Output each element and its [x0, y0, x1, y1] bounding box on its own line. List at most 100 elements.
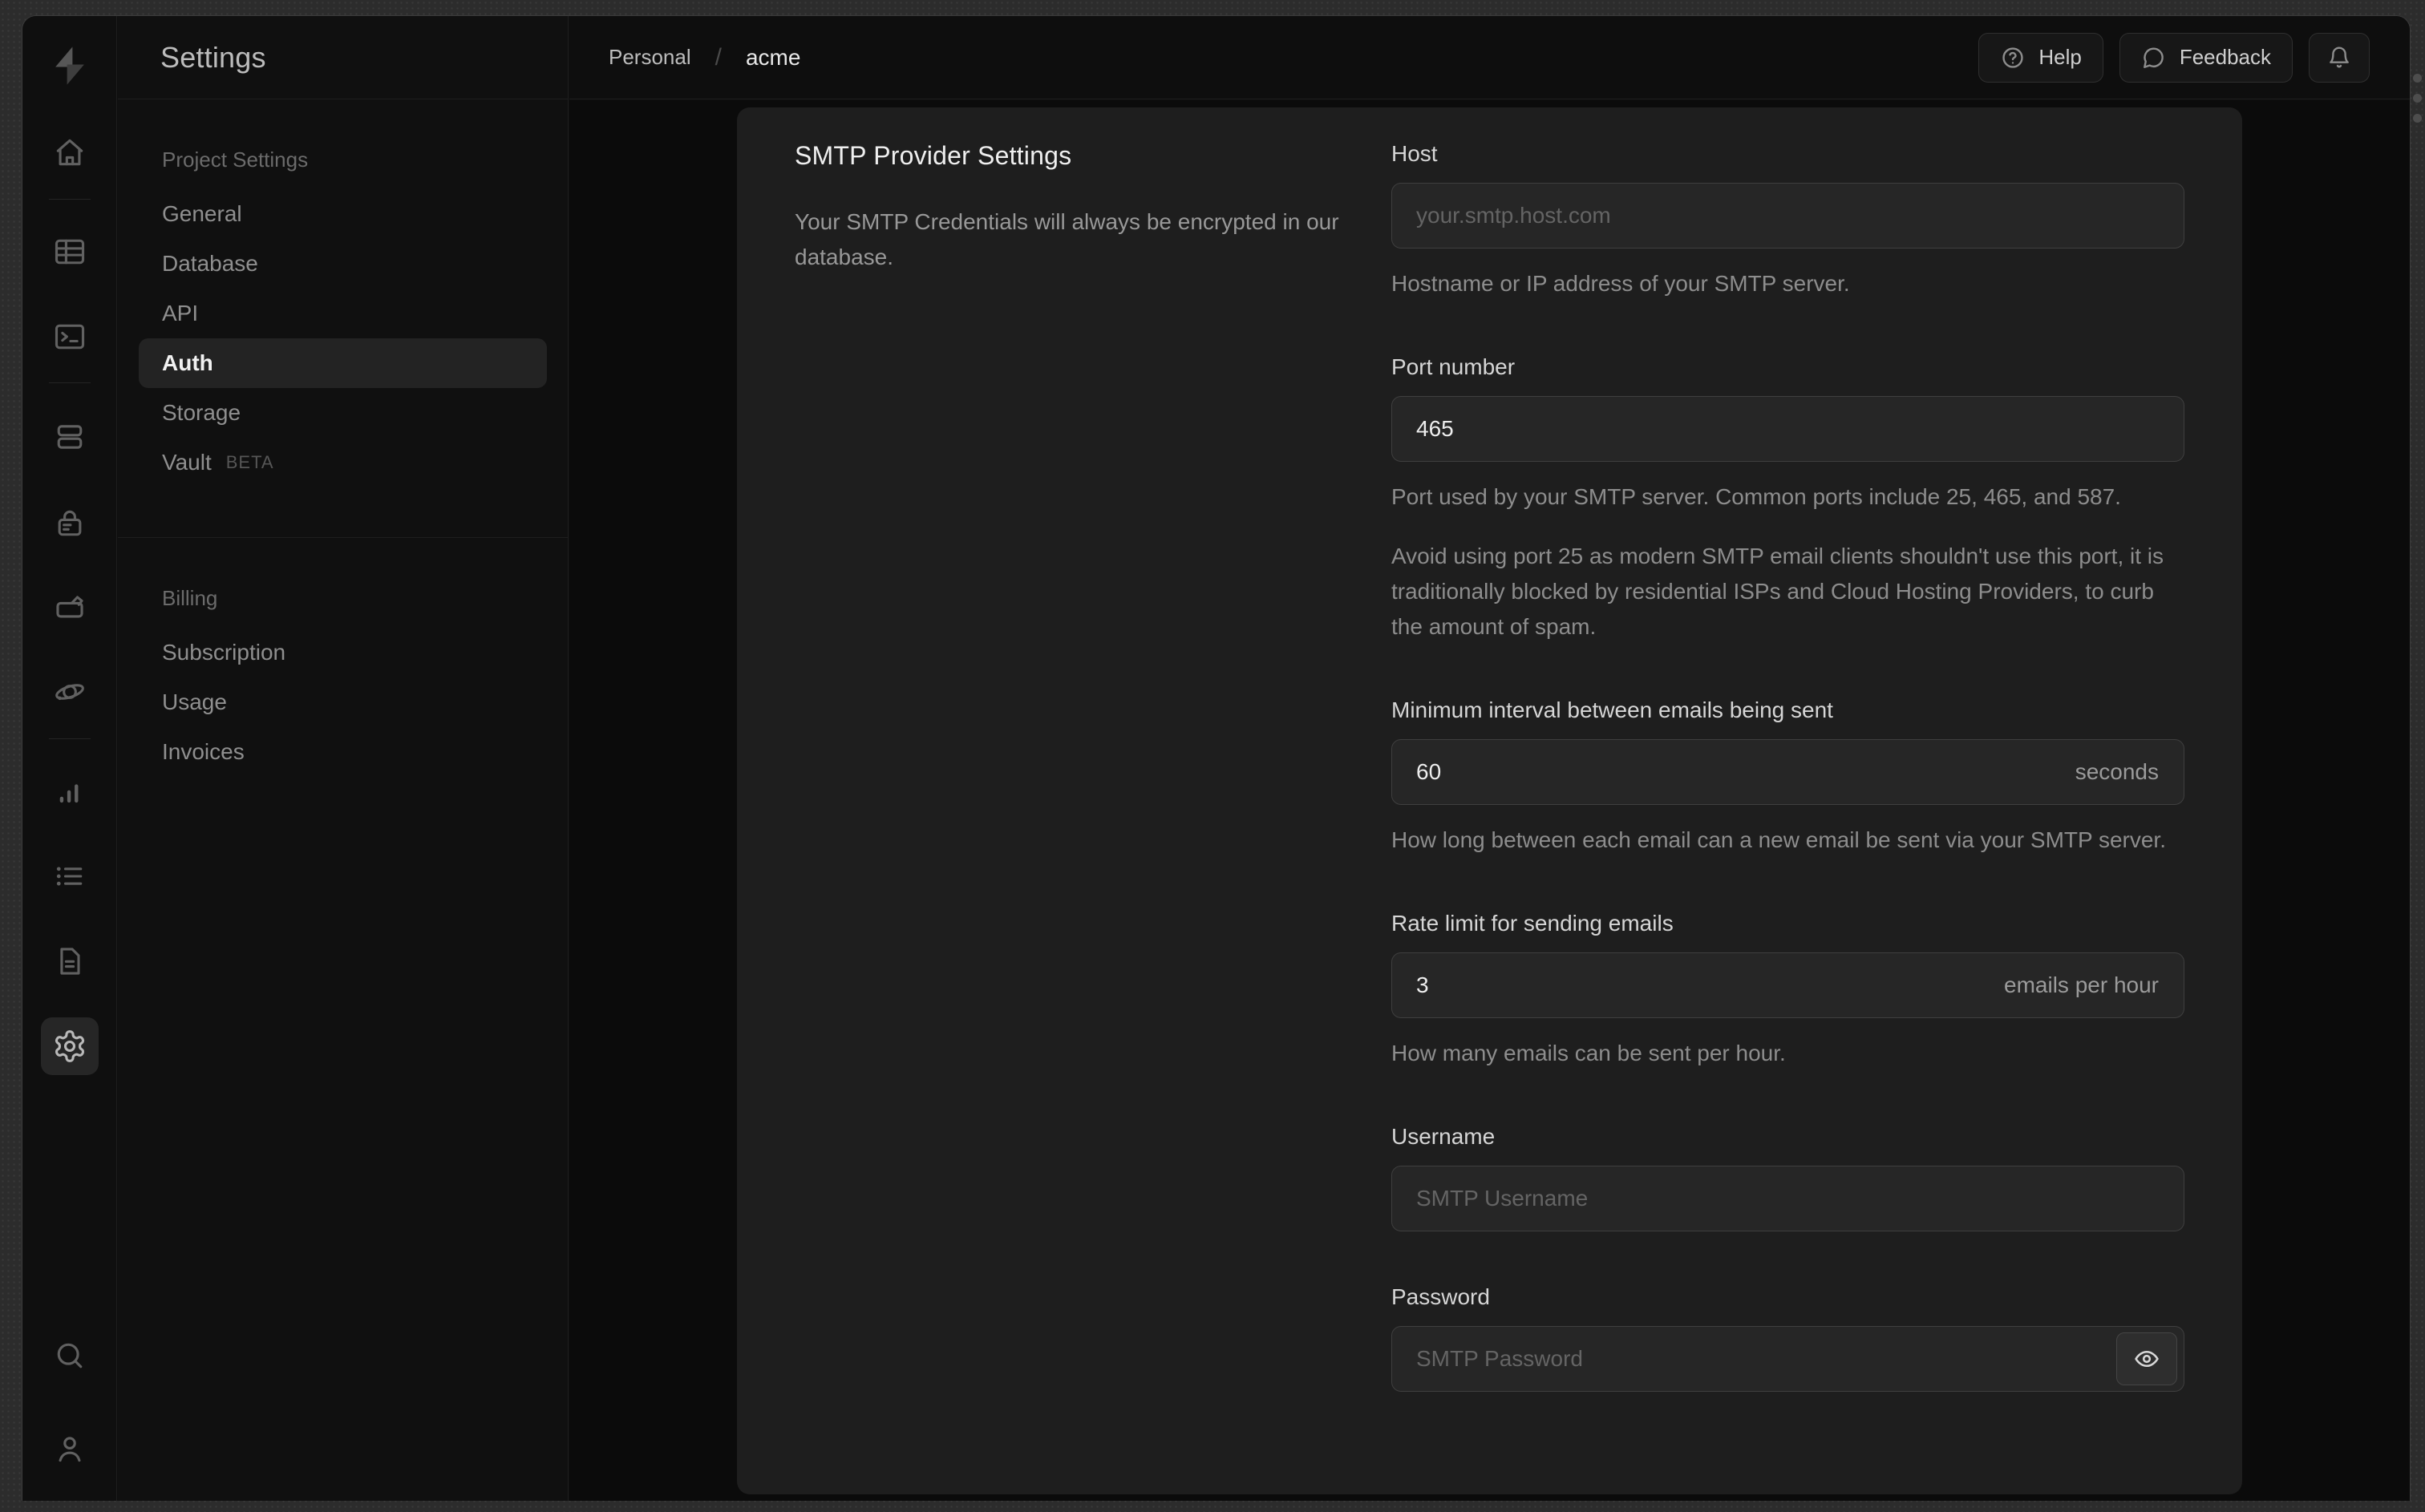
feedback-button[interactable]: Feedback	[2119, 32, 2293, 83]
smtp-section-description: Your SMTP Credentials will always be enc…	[795, 209, 1339, 269]
min-interval-label: Minimum interval between emails being se…	[1391, 697, 1833, 722]
section-label-billing: Billing	[162, 585, 218, 610]
nav-item-api[interactable]: API	[139, 289, 547, 338]
field-username: Username	[1391, 1124, 2184, 1231]
nav-item-vault-label: Vault	[162, 450, 212, 475]
field-min-interval: Minimum interval between emails being se…	[1391, 697, 2184, 858]
file-text-icon	[60, 948, 80, 975]
sidebar-rail	[22, 16, 117, 1501]
logs-list-icon	[56, 867, 83, 886]
host-label: Host	[1391, 141, 1438, 166]
nav-item-vault[interactable]: Vault BETA	[139, 438, 547, 487]
database-icon	[57, 425, 83, 449]
table-editor-icon	[55, 239, 85, 265]
nav-section-project-settings: Project Settings General Database API Au…	[118, 99, 568, 537]
gear-icon	[55, 1030, 85, 1062]
field-host: Host Hostname or IP address of your SMTP…	[1391, 141, 2184, 301]
username-label: Username	[1391, 1124, 1496, 1149]
home-icon	[56, 139, 83, 166]
breadcrumb-org[interactable]: Personal	[609, 45, 691, 70]
feedback-button-label: Feedback	[2179, 45, 2271, 69]
rail-auth-button[interactable]	[41, 495, 99, 552]
rail-account-button[interactable]	[41, 1420, 99, 1478]
search-icon	[57, 1343, 83, 1368]
port-input[interactable]	[1391, 396, 2184, 462]
breadcrumb: Personal / acme	[609, 44, 800, 71]
rate-limit-input[interactable]	[1391, 952, 2184, 1018]
rail-api-docs-button[interactable]	[41, 932, 99, 990]
rate-limit-helper: How many emails can be sent per hour.	[1391, 1041, 1786, 1065]
beta-badge: BETA	[225, 452, 274, 472]
breadcrumb-project[interactable]: acme	[746, 45, 800, 71]
rail-settings-button[interactable]	[41, 1017, 99, 1075]
section-label-project-settings: Project Settings	[162, 147, 309, 172]
smtp-settings-card: SMTP Provider Settings Your SMTP Credent…	[737, 107, 2242, 1494]
password-input[interactable]	[1391, 1326, 2184, 1392]
topbar-actions: Help Feedback	[1978, 32, 2370, 83]
auth-lock-icon	[58, 510, 82, 536]
user-icon	[59, 1437, 81, 1462]
bar-chart-icon	[59, 784, 79, 803]
nav-section-billing: Billing Subscription Usage Invoices	[118, 537, 568, 777]
smtp-form: Host Hostname or IP address of your SMTP…	[1391, 141, 2184, 1461]
settings-nav-header: Settings	[118, 16, 568, 99]
edge-functions-icon	[55, 684, 84, 701]
rail-database-button[interactable]	[41, 408, 99, 466]
eye-icon	[2135, 1350, 2159, 1368]
nav-item-invoices[interactable]: Invoices	[139, 727, 547, 777]
password-label: Password	[1391, 1284, 1490, 1309]
rail-storage-button[interactable]	[41, 578, 99, 636]
storage-icon	[56, 596, 83, 618]
rail-edge-functions-button[interactable]	[41, 663, 99, 721]
field-password: Password	[1391, 1284, 2184, 1392]
nav-item-storage[interactable]: Storage	[139, 388, 547, 438]
nav-item-general[interactable]: General	[139, 189, 547, 239]
rate-limit-label: Rate limit for sending emails	[1391, 911, 1674, 936]
app-window: Settings Project Settings General Databa…	[22, 15, 2411, 1501]
host-helper: Hostname or IP address of your SMTP serv…	[1391, 271, 1850, 296]
supabase-logo[interactable]	[43, 38, 97, 93]
breadcrumb-separator: /	[715, 43, 722, 71]
notifications-button[interactable]	[2309, 32, 2370, 83]
field-port: Port number Port used by your SMTP serve…	[1391, 354, 2184, 645]
top-bar: Personal / acme Help Feedback	[569, 16, 2410, 99]
nav-item-usage[interactable]: Usage	[139, 677, 547, 727]
settings-nav-panel: Settings Project Settings General Databa…	[118, 16, 569, 1501]
help-circle-icon	[2002, 46, 2023, 68]
scrollbar-dots[interactable]	[2413, 74, 2422, 123]
min-interval-input[interactable]	[1391, 739, 2184, 805]
nav-item-auth[interactable]: Auth	[139, 338, 547, 388]
rail-logs-button[interactable]	[41, 847, 99, 905]
main-content: SMTP Provider Settings Your SMTP Credent…	[569, 100, 2410, 1501]
help-button[interactable]: Help	[1978, 32, 2103, 83]
min-interval-helper: How long between each email can a new em…	[1391, 827, 2166, 852]
smtp-section-title: SMTP Provider Settings	[795, 141, 1072, 170]
rail-divider	[49, 738, 91, 739]
rail-divider	[49, 382, 91, 383]
rail-sql-editor-button[interactable]	[41, 308, 99, 366]
help-button-label: Help	[2038, 45, 2082, 69]
port-helper: Port used by your SMTP server. Common po…	[1391, 484, 2121, 509]
rail-divider	[49, 199, 91, 200]
scrollbar-dot	[2413, 114, 2422, 123]
smtp-card-intro: SMTP Provider Settings Your SMTP Credent…	[795, 141, 1391, 1461]
desktop-background: Settings Project Settings General Databa…	[0, 0, 2425, 1512]
port-note: Avoid using port 25 as modern SMTP email…	[1391, 544, 2164, 639]
scrollbar-dot	[2413, 94, 2422, 103]
scrollbar-dot	[2413, 74, 2422, 83]
nav-item-subscription[interactable]: Subscription	[139, 628, 547, 677]
bell-icon	[2330, 46, 2349, 67]
rail-search-button[interactable]	[41, 1327, 99, 1385]
username-input[interactable]	[1391, 1166, 2184, 1231]
terminal-icon	[55, 324, 85, 350]
port-label: Port number	[1391, 354, 1516, 379]
rail-table-editor-button[interactable]	[41, 223, 99, 281]
speech-bubble-icon	[2143, 47, 2164, 68]
reveal-password-button[interactable]	[2116, 1332, 2177, 1385]
field-rate-limit: Rate limit for sending emails emails per…	[1391, 911, 2184, 1071]
page-title: Settings	[160, 40, 266, 74]
nav-item-database[interactable]: Database	[139, 239, 547, 289]
rail-reports-button[interactable]	[41, 762, 99, 820]
rail-home-button[interactable]	[41, 123, 99, 181]
host-input[interactable]	[1391, 183, 2184, 249]
